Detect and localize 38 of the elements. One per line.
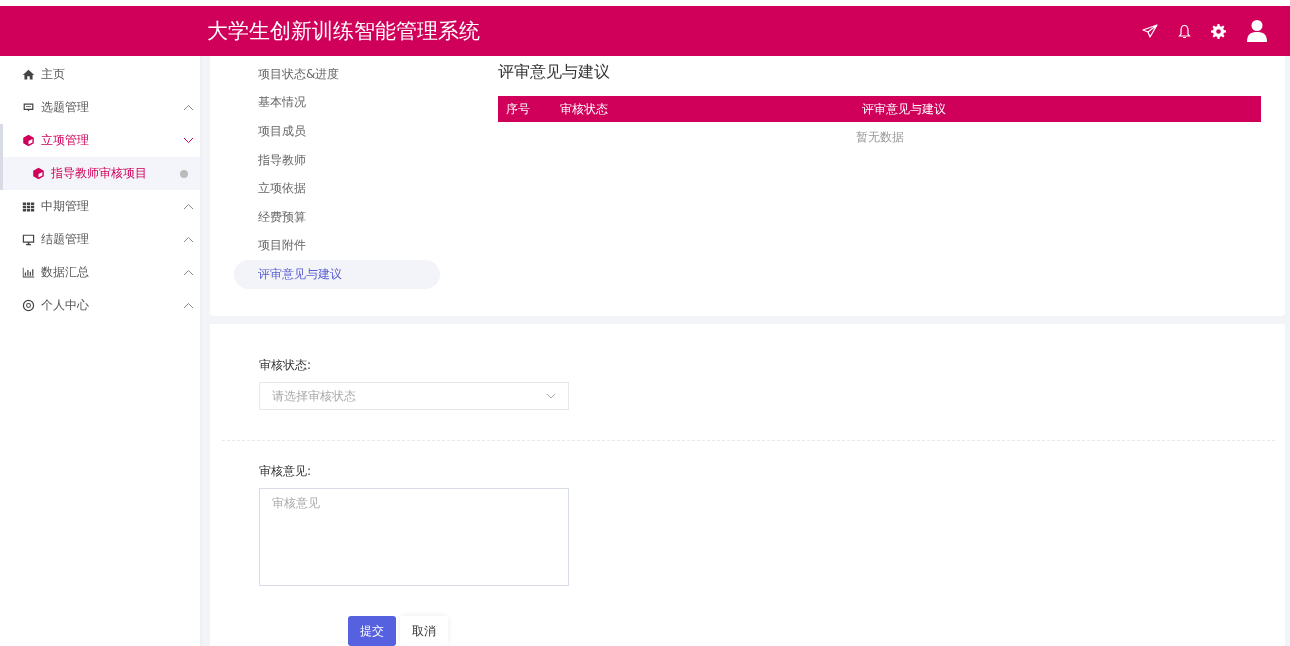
anchor-nav-item[interactable]: 项目成员 — [234, 117, 440, 146]
section-title: 评审意见与建议 — [498, 62, 611, 83]
grid-icon — [22, 200, 35, 213]
paper-plane-icon[interactable] — [1142, 24, 1158, 38]
home-icon — [22, 68, 35, 81]
sidebar-item[interactable]: 指导教师审核项目 — [0, 157, 200, 190]
column-header: 审核状态 — [559, 96, 863, 122]
field-label: 审核意见: — [259, 463, 312, 480]
anchor-nav-item[interactable]: 经费预算 — [234, 202, 440, 232]
anchor-nav-item[interactable]: 指导教师 — [234, 145, 440, 175]
user-avatar-icon[interactable] — [1246, 19, 1268, 43]
submit-button[interactable]: 提交 — [348, 616, 396, 646]
anchor-nav-item[interactable]: 评审意见与建议 — [234, 260, 440, 289]
sidebar-item[interactable]: 结题管理 — [0, 223, 200, 256]
cube-icon — [22, 134, 35, 147]
sidebar-item[interactable]: 数据汇总 — [0, 256, 200, 289]
cancel-button[interactable]: 取消 — [400, 616, 448, 646]
anchor-nav-item[interactable]: 立项依据 — [234, 174, 440, 203]
bell-icon[interactable] — [1178, 23, 1191, 39]
sidebar-item[interactable]: 中期管理 — [0, 190, 200, 223]
anchor-nav-item[interactable]: 项目附件 — [234, 231, 440, 261]
field-label: 审核状态: — [259, 357, 312, 374]
cube-icon — [32, 167, 45, 180]
chevron-down-icon — [546, 393, 556, 399]
sidebar-item[interactable]: 选题管理 — [0, 91, 200, 124]
sidebar-item[interactable]: 主页 — [0, 58, 200, 91]
screen-icon — [22, 101, 35, 114]
status-dot — [180, 169, 188, 178]
anchor-nav-item[interactable]: 基本情况 — [234, 88, 440, 118]
app-title: 大学生创新训练智能管理系统 — [207, 18, 481, 45]
comment-field[interactable]: 审核意见 — [259, 488, 569, 586]
anchor-nav-item[interactable]: 项目状态&进度 — [234, 60, 440, 89]
sidebar-item[interactable]: 个人中心 — [0, 289, 200, 322]
column-header: 序号 — [498, 96, 560, 122]
bar-chart-icon — [22, 266, 35, 279]
monitor-icon — [22, 233, 35, 246]
empty-message: 暂无数据 — [855, 129, 904, 144]
column-header: 评审意见与建议 — [862, 96, 1261, 122]
